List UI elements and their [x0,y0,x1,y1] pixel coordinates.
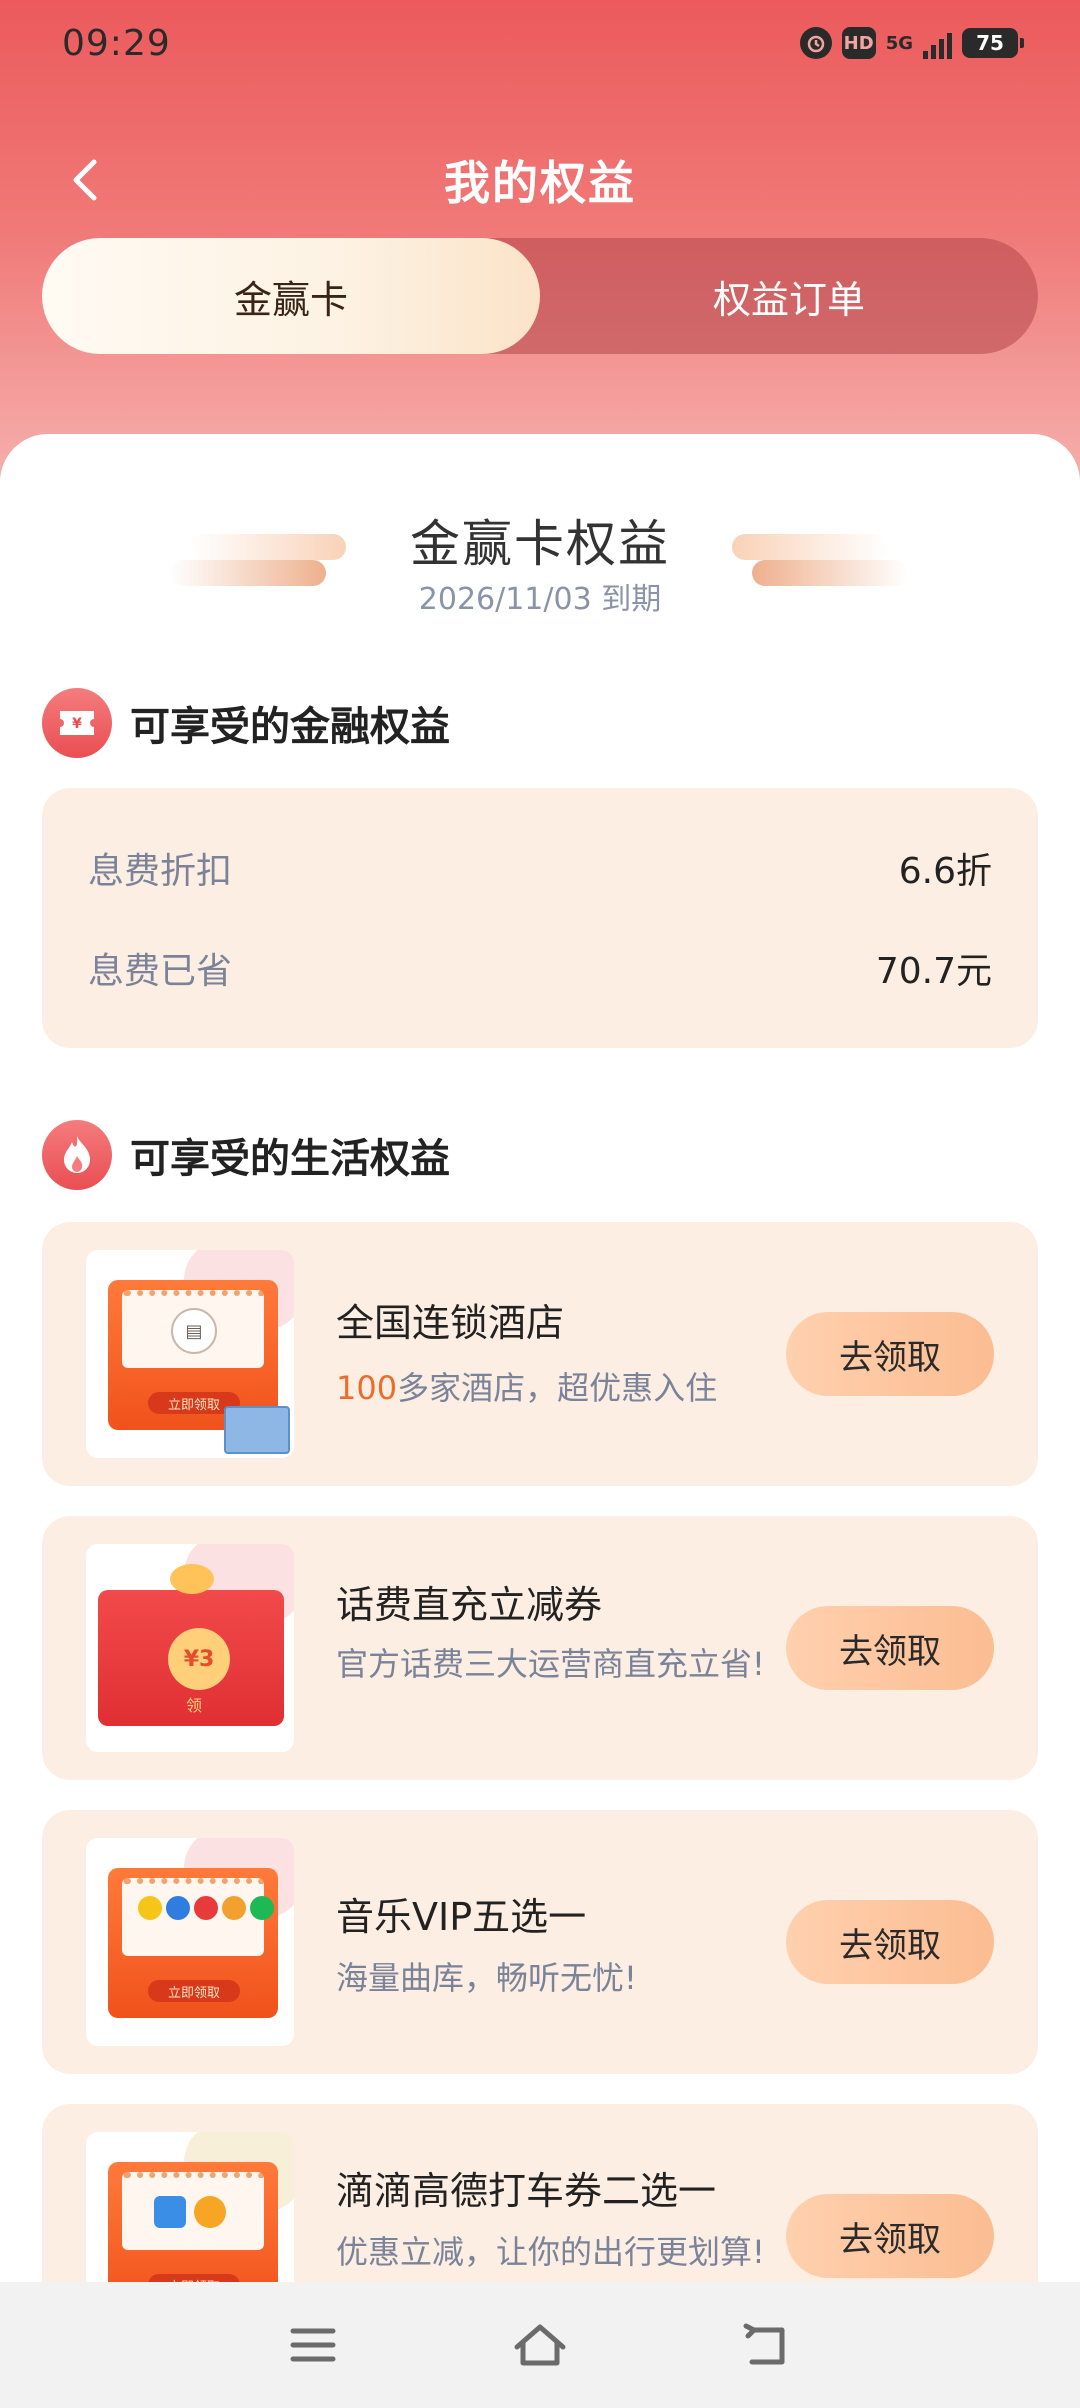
claim-button[interactable]: 去领取 [786,1606,994,1690]
row-label: 息费折扣 [88,851,233,892]
card-header: 金赢卡权益 2026/11/03 到期 [0,434,1080,634]
envelope-image: 立即领取 [108,2162,278,2282]
row-label: 息费已省 [88,951,233,992]
page-title: 我的权益 [444,156,636,210]
card-expiry: 2026/11/03 到期 [418,582,662,617]
finance-row: 息费折扣 6.6折 [88,818,992,918]
card-title: 金赢卡权益 [410,515,670,573]
tab-gold-card[interactable]: 金赢卡 [42,238,540,354]
benefit-card-hotel: ▤ 立即领取 全国连锁酒店 100多家酒店，超优惠入住 去领取 [42,1222,1038,1486]
battery-icon: 75 [962,28,1024,58]
benefit-title: 话费直充立减券 [336,1583,603,1627]
hotel-building-icon [224,1406,290,1454]
benefit-card-phone-credit: ¥3 领 话费直充立减券 官方话费三大运营商直充立省! 去领取 [42,1516,1038,1780]
benefit-card-ride-coupon: 立即领取 滴滴高德打车券二选一 优惠立减，让你的出行更划算! 去领取 [42,2104,1038,2282]
ride-app-icons [154,2196,226,2228]
benefit-title: 音乐VIP五选一 [336,1895,587,1939]
music-thumbnail: 立即领取 [86,1838,294,2046]
hotel-thumbnail: ▤ 立即领取 [86,1250,294,1458]
benefit-subtitle: 优惠立减，让你的出行更划算! [336,2233,765,2271]
finance-section-header: ¥ 可享受的金融权益 [42,688,450,758]
claim-button[interactable]: 去领取 [786,1312,994,1396]
alarm-icon [799,27,832,59]
benefit-subtitle: 100多家酒店，超优惠入住 [336,1368,776,1408]
system-nav-bar [0,2282,1080,2408]
finance-row: 息费已省 70.7元 [88,918,992,1018]
red-envelope-image: ¥3 领 [98,1590,284,1726]
back-button[interactable] [58,152,114,208]
benefit-card-music-vip: 立即领取 音乐VIP五选一 海量曲库，畅听无忧! 去领取 [42,1810,1038,2074]
hd-icon: HD [841,27,876,59]
gift-bow-icon [170,1564,214,1594]
tab-switcher: 金赢卡 权益订单 [42,238,1038,354]
status-time: 09:29 [62,22,171,64]
benefit-subtitle-text: 多家酒店，超优惠入住 [397,1369,718,1407]
benefit-title: 滴滴高德打车券二选一 [336,2169,717,2213]
content-panel: 金赢卡权益 2026/11/03 到期 ¥ 可享受的金融权益 息费折扣 6.6折… [0,434,1080,2282]
svg-text:¥: ¥ [72,716,82,732]
signal-icon [923,27,952,59]
ticket-yen-icon: ¥ [42,688,112,758]
flame-icon [42,1120,112,1190]
benefit-highlight: 100 [336,1369,398,1407]
claim-button[interactable]: 去领取 [786,2194,994,2278]
benefit-subtitle: 官方话费三大运营商直充立省! [336,1645,765,1683]
claim-button[interactable]: 去领取 [786,1900,994,1984]
music-app-icons [138,1896,274,1920]
building-icon: ▤ [171,1308,217,1354]
thumbnail-badge: 领 [186,1696,203,1715]
thumbnail-label: 立即领取 [148,1980,240,2002]
thumbnail-label: 立即领取 [148,2274,240,2282]
thumbnail-label: ¥3 [168,1628,230,1690]
phone-credit-thumbnail: ¥3 领 [86,1544,294,1752]
chevron-left-icon [73,159,97,201]
benefit-title: 全国连锁酒店 [336,1301,565,1345]
network-label: 5G [885,32,913,54]
status-icons: HD 5G 75 [799,27,1024,59]
envelope-image: 立即领取 [108,1868,278,2018]
home-icon[interactable] [510,2315,570,2375]
back-icon[interactable] [737,2315,797,2375]
finance-box: 息费折扣 6.6折 息费已省 70.7元 [42,788,1038,1048]
status-bar: 09:29 HD 5G 75 [0,0,1080,86]
section-title: 可享受的生活权益 [130,1136,450,1182]
section-title: 可享受的金融权益 [130,704,450,750]
menu-icon[interactable] [283,2315,343,2375]
tab-orders[interactable]: 权益订单 [540,238,1038,354]
nav-bar: 我的权益 [0,130,1080,230]
row-value: 6.6折 [898,851,992,892]
row-value: 70.7元 [875,951,992,992]
ride-thumbnail: 立即领取 [86,2132,294,2282]
benefit-subtitle: 海量曲库，畅听无忧! [336,1959,637,1997]
life-section-header: 可享受的生活权益 [42,1120,450,1190]
